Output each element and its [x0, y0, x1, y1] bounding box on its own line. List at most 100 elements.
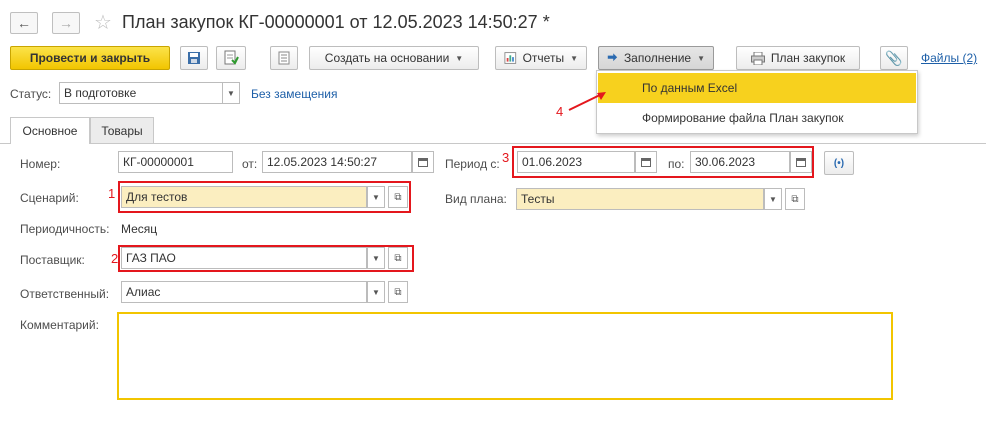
- forward-button[interactable]: →: [52, 12, 80, 34]
- status-dropdown-button[interactable]: ▼: [222, 82, 240, 104]
- attach-button[interactable]: 📎: [880, 46, 908, 70]
- period-select-button[interactable]: (•): [824, 151, 854, 175]
- scenario-field[interactable]: Для тестов: [121, 186, 367, 208]
- annotation-3: 3: [502, 150, 510, 165]
- open-object-icon: ⧉: [394, 252, 402, 264]
- open-object-icon: ⧉: [394, 286, 402, 298]
- period-to-label: по:: [668, 157, 685, 171]
- date-calendar-button[interactable]: [412, 151, 434, 173]
- status-label: Статус:: [10, 87, 52, 101]
- post-button[interactable]: [216, 46, 246, 70]
- period-select-icon: (•): [833, 157, 845, 169]
- comment-label: Комментарий:: [20, 318, 99, 332]
- comment-textarea[interactable]: [117, 312, 893, 400]
- purchase-plan-button[interactable]: План закупок: [736, 46, 860, 70]
- date-field[interactable]: 12.05.2023 14:50:27: [262, 151, 412, 173]
- calendar-icon: [796, 157, 806, 167]
- number-field[interactable]: КГ-00000001: [118, 151, 233, 173]
- replacement-link[interactable]: Без замещения: [251, 87, 337, 101]
- purchase-plan-label: План закупок: [770, 51, 846, 65]
- tab-goods[interactable]: Товары: [90, 117, 154, 143]
- responsible-value: Алиас: [126, 285, 161, 299]
- annotation-arrow-icon: [568, 92, 606, 111]
- scenario-label: Сценарий:: [20, 191, 79, 205]
- period-from-label: Период с:: [445, 157, 500, 171]
- number-value: КГ-00000001: [123, 155, 194, 169]
- open-object-icon: ⧉: [791, 193, 799, 205]
- menu-item-label: По данным Excel: [642, 81, 738, 95]
- chevron-down-icon: ▼: [372, 287, 380, 297]
- paperclip-icon: 📎: [885, 49, 903, 66]
- period-from-calendar-button[interactable]: [635, 151, 657, 173]
- page-title: План закупок КГ-00000001 от 12.05.2023 1…: [122, 12, 550, 32]
- menu-item-label: Формирование файла План закупок: [642, 111, 844, 125]
- periodicity-value: Месяц: [121, 222, 158, 236]
- annotation-4: 4: [556, 104, 564, 119]
- supplier-field[interactable]: ГАЗ ПАО: [121, 247, 367, 269]
- list-icon: [278, 51, 290, 65]
- menu-item-from-excel[interactable]: По данным Excel: [598, 73, 916, 103]
- scenario-dropdown-button[interactable]: ▼: [367, 186, 385, 208]
- chevron-down-icon: ▼: [372, 192, 380, 202]
- period-to-field[interactable]: 30.06.2023: [690, 151, 790, 173]
- supplier-value: ГАЗ ПАО: [126, 251, 176, 265]
- number-label: Номер:: [20, 157, 61, 171]
- fill-dropdown-menu: По данным Excel Формирование файла План …: [596, 70, 918, 134]
- chevron-down-icon: ▼: [697, 53, 705, 63]
- menu-item-generate-file[interactable]: Формирование файла План закупок: [598, 103, 916, 133]
- date-label: от:: [242, 157, 258, 171]
- supplier-dropdown-button[interactable]: ▼: [367, 247, 385, 269]
- files-link[interactable]: Файлы (2): [921, 51, 977, 65]
- chevron-down-icon: ▼: [227, 88, 235, 98]
- plan-type-open-button[interactable]: ⧉: [785, 188, 805, 210]
- status-value: В подготовке: [64, 86, 137, 100]
- open-object-icon: ⧉: [394, 191, 402, 203]
- plan-type-value: Тесты: [521, 192, 555, 206]
- fill-arrow-icon: [607, 53, 618, 62]
- responsible-open-button[interactable]: ⧉: [388, 281, 408, 303]
- create-based-on-label: Создать на основании: [324, 51, 450, 65]
- period-from-field[interactable]: 01.06.2023: [517, 151, 635, 173]
- create-based-on-button[interactable]: Создать на основании ▼: [309, 46, 479, 70]
- date-value: 12.05.2023 14:50:27: [267, 155, 378, 169]
- annotation-1: 1: [108, 186, 116, 201]
- favorite-star-icon[interactable]: ☆: [94, 10, 112, 35]
- printer-icon: [750, 51, 765, 65]
- reports-label: Отчеты: [522, 51, 565, 65]
- save-icon: [188, 52, 200, 64]
- arrow-left-icon: ←: [17, 15, 31, 31]
- reports-button[interactable]: Отчеты ▼: [495, 46, 587, 70]
- period-to-calendar-button[interactable]: [790, 151, 812, 173]
- period-to-value: 30.06.2023: [695, 155, 756, 169]
- scenario-open-button[interactable]: ⧉: [388, 186, 408, 208]
- chevron-down-icon: ▼: [372, 253, 380, 263]
- period-from-value: 01.06.2023: [522, 155, 583, 169]
- tab-main-label: Основное: [22, 124, 78, 138]
- document-list-button[interactable]: [270, 46, 298, 70]
- responsible-field[interactable]: Алиас: [121, 281, 367, 303]
- chevron-down-icon: ▼: [455, 53, 464, 63]
- plan-type-field[interactable]: Тесты: [516, 188, 764, 210]
- responsible-label: Ответственный:: [20, 287, 110, 301]
- tab-goods-label: Товары: [101, 123, 143, 138]
- save-button[interactable]: [180, 46, 208, 70]
- supplier-label: Поставщик:: [20, 253, 85, 267]
- responsible-dropdown-button[interactable]: ▼: [367, 281, 385, 303]
- arrow-right-icon: →: [59, 15, 73, 31]
- fill-label: Заполнение: [623, 51, 692, 65]
- post-and-close-button[interactable]: Провести и закрыть: [10, 46, 170, 70]
- fill-button[interactable]: Заполнение ▼: [598, 46, 714, 70]
- tab-main[interactable]: Основное: [10, 117, 90, 144]
- status-select[interactable]: В подготовке: [59, 82, 223, 104]
- reports-icon: [504, 52, 517, 64]
- post-and-close-label: Провести и закрыть: [29, 51, 151, 65]
- back-button[interactable]: ←: [10, 12, 38, 34]
- supplier-open-button[interactable]: ⧉: [388, 247, 408, 269]
- periodicity-label: Периодичность:: [20, 222, 110, 236]
- plan-type-label: Вид плана:: [445, 192, 507, 206]
- calendar-icon: [418, 157, 428, 167]
- tab-divider: [0, 143, 986, 144]
- chevron-down-icon: ▼: [570, 53, 578, 63]
- plan-type-dropdown-button[interactable]: ▼: [764, 188, 782, 210]
- post-document-icon: [224, 50, 239, 65]
